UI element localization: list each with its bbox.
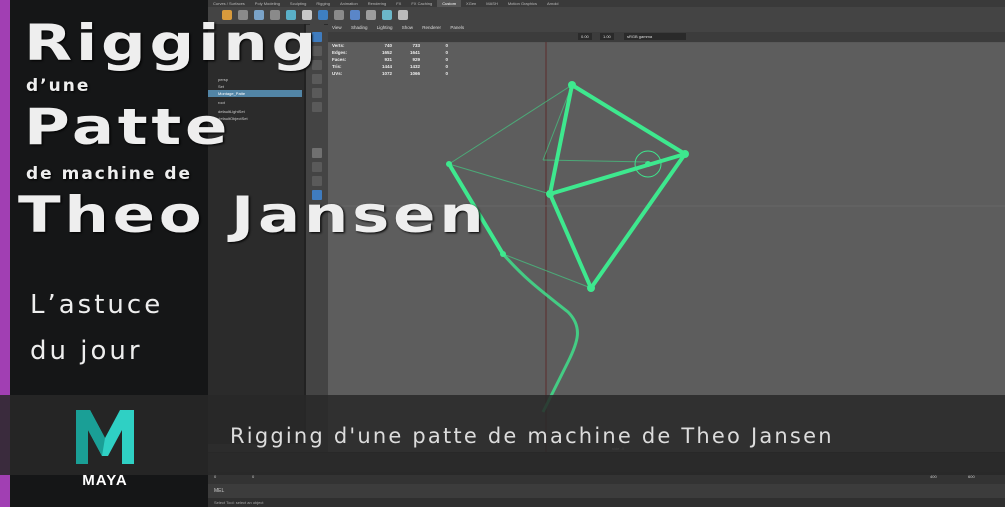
outliner-item[interactable]: persp <box>208 76 302 83</box>
shelf-tab[interactable]: Rigging <box>311 0 335 7</box>
shelf-tab[interactable]: FX Caching <box>406 0 437 7</box>
viewport-menu: View Shading Lighting Show Renderer Pane… <box>328 24 1005 32</box>
outliner-item[interactable]: Set <box>208 83 302 90</box>
single-view-icon[interactable] <box>312 148 322 158</box>
shelf-tab[interactable]: FX <box>391 0 406 7</box>
shelf <box>208 7 1005 25</box>
joint[interactable] <box>446 161 452 167</box>
title-rigging: Rigging <box>24 14 320 72</box>
menu-view[interactable]: View <box>328 25 346 30</box>
help-line: Select Tool: select an object <box>208 498 1005 507</box>
title-patte: Patte <box>24 98 232 156</box>
joint[interactable] <box>587 284 595 292</box>
menu-panels[interactable]: Panels <box>446 25 468 30</box>
two-view-icon[interactable] <box>312 176 322 186</box>
joint[interactable] <box>500 251 506 257</box>
shelf-tab[interactable]: Poly Modeling <box>250 0 285 7</box>
banner-title: Rigging d'une patte de machine de Theo J… <box>230 424 834 448</box>
rotate-tool-icon[interactable] <box>312 88 322 98</box>
shelf-tabs: Curves / Surfaces Poly Modeling Sculpting R… <box>208 0 1005 7</box>
menu-renderer[interactable]: Renderer <box>418 25 445 30</box>
outliner-item-selected[interactable]: Montage_Patte <box>208 90 302 97</box>
shelf-tab[interactable]: Arnold <box>542 0 564 7</box>
shelf-tab[interactable]: Curves / Surfaces <box>208 0 250 7</box>
shelf-tab[interactable]: Custom <box>437 0 462 7</box>
shelf-tab[interactable]: Rendering <box>363 0 391 7</box>
move-tool-icon[interactable] <box>312 74 322 84</box>
foot-chain <box>501 253 579 413</box>
deformer-icon[interactable] <box>382 10 392 20</box>
shelf-tab[interactable]: Motion Graphics <box>503 0 542 7</box>
shelf-tab[interactable]: Sculpting <box>285 0 311 7</box>
shelf-tab[interactable]: MASH <box>481 0 503 7</box>
joint[interactable] <box>645 161 651 167</box>
command-line[interactable]: MEL <box>208 484 1005 498</box>
menu-show[interactable]: Show <box>398 25 417 30</box>
settings-icon[interactable] <box>398 10 408 20</box>
constraint-icon[interactable] <box>334 10 344 20</box>
shelf-tab[interactable]: XGen <box>461 0 481 7</box>
mel-label: MEL <box>214 488 225 494</box>
viewport[interactable]: Verts: 740 733 0 Edges: 1652 1641 0 Faces: 931 929… <box>328 42 1005 452</box>
menu-lighting[interactable]: Lighting <box>373 25 397 30</box>
locator-icon[interactable] <box>350 10 360 20</box>
tip-line-1: L’astuce <box>30 290 164 320</box>
title-de-machine-de: de machine de <box>26 164 193 184</box>
scale-tool-icon[interactable] <box>312 102 322 112</box>
tip-line-2: du jour <box>30 336 143 366</box>
joint[interactable] <box>568 81 576 89</box>
title-dune: d’une <box>26 76 91 96</box>
shelf-tab[interactable]: Animation <box>335 0 363 7</box>
maya-logo-text: MAYA <box>82 472 128 489</box>
joint[interactable] <box>546 190 554 198</box>
joint[interactable] <box>681 150 689 158</box>
menu-shading[interactable]: Shading <box>347 25 372 30</box>
colorspace-dropdown[interactable]: sRGB gamma <box>624 33 686 40</box>
four-view-icon[interactable] <box>312 162 322 172</box>
cluster-icon[interactable] <box>366 10 376 20</box>
title-theo-jansen: Theo Jansen <box>18 186 488 244</box>
maya-logo-icon <box>76 410 134 464</box>
far-clip-field[interactable]: 1.00 <box>600 33 614 40</box>
rig-drawing <box>328 42 1005 452</box>
near-clip-field[interactable]: 0.00 <box>578 33 592 40</box>
